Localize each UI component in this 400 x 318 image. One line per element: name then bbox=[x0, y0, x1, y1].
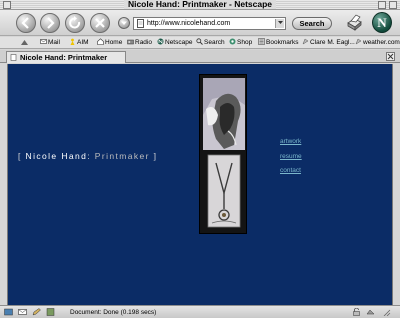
personal-toolbar: Mail AIM Home Radio Netscape Search Shop… bbox=[0, 37, 400, 49]
back-button[interactable] bbox=[16, 13, 36, 33]
bookmark-link-icon bbox=[302, 38, 309, 45]
web-page-content[interactable]: [ Nicole Hand: Printmaker ] artwork resu… bbox=[7, 64, 393, 305]
page-icon bbox=[137, 19, 144, 28]
back-arrow-icon bbox=[21, 17, 29, 29]
status-bar: Document: Done (0.198 secs) bbox=[0, 305, 400, 318]
online-status-icon[interactable] bbox=[366, 308, 375, 316]
site-navigation: artwork resume contact bbox=[280, 135, 302, 179]
forward-arrow-icon bbox=[47, 17, 55, 29]
mail-icon bbox=[40, 39, 47, 44]
radio-icon bbox=[127, 39, 134, 45]
stop-x-icon bbox=[95, 18, 105, 28]
close-icon bbox=[387, 53, 394, 60]
window-title: Nicole Hand: Printmaker - Netscape bbox=[123, 0, 277, 9]
window-titlebar[interactable]: Nicole Hand: Printmaker - Netscape bbox=[0, 0, 400, 10]
toolbar-item-search[interactable]: Search bbox=[196, 38, 225, 47]
url-dropdown-button[interactable] bbox=[275, 19, 284, 28]
aim-icon bbox=[70, 38, 75, 45]
tab-label: Nicole Hand: Printmaker bbox=[20, 53, 108, 62]
reload-button[interactable] bbox=[65, 13, 85, 33]
toolbar-item-radio[interactable]: Radio bbox=[127, 38, 152, 47]
print-icon[interactable] bbox=[344, 13, 364, 33]
resume-link[interactable]: resume bbox=[280, 150, 302, 165]
composer-icon[interactable] bbox=[32, 308, 41, 316]
stop-button[interactable] bbox=[90, 13, 110, 33]
contact-link[interactable]: contact bbox=[280, 164, 302, 179]
toolbar-item-clare[interactable]: Clare M. Eagl... bbox=[302, 38, 355, 47]
bookmark-link-icon bbox=[355, 38, 362, 45]
toolbar-grip-icon[interactable] bbox=[20, 39, 29, 46]
tab-nicole-hand[interactable]: Nicole Hand: Printmaker bbox=[6, 51, 126, 63]
bookmarks-icon bbox=[258, 38, 265, 45]
mail-icon[interactable] bbox=[18, 308, 27, 316]
shop-icon bbox=[229, 38, 236, 45]
resize-grip-icon[interactable] bbox=[382, 308, 391, 316]
navigator-icon[interactable] bbox=[4, 308, 13, 316]
reload-icon bbox=[69, 16, 81, 29]
netscape-logo[interactable]: N bbox=[372, 12, 392, 33]
search-button[interactable]: Search bbox=[292, 17, 332, 30]
printmaking-artwork bbox=[200, 75, 246, 233]
zoom-window-button[interactable] bbox=[378, 1, 386, 9]
toolbar-item-mail[interactable]: Mail bbox=[40, 38, 60, 47]
tab-strip: Nicole Hand: Printmaker bbox=[0, 50, 400, 63]
artwork-link[interactable]: artwork bbox=[280, 135, 302, 150]
status-text: Document: Done (0.198 secs) bbox=[70, 309, 157, 316]
url-text: http://www.nicolehand.com bbox=[147, 20, 231, 27]
page-icon bbox=[10, 54, 17, 61]
netscape-logo-letter: N bbox=[377, 15, 387, 30]
search-button-label: Search bbox=[299, 19, 325, 28]
toolbar-item-bookmarks[interactable]: Bookmarks bbox=[258, 38, 299, 47]
search-icon bbox=[196, 38, 203, 45]
address-book-icon[interactable] bbox=[46, 308, 55, 316]
forward-button[interactable] bbox=[40, 13, 60, 33]
toolbar-item-weather[interactable]: weather.com bbox=[355, 38, 400, 47]
address-bar[interactable]: http://www.nicolehand.com bbox=[133, 17, 286, 30]
history-dropdown-button[interactable] bbox=[118, 17, 130, 29]
navigation-toolbar: http://www.nicolehand.com Search N bbox=[0, 10, 400, 36]
chevron-down-icon bbox=[121, 21, 127, 25]
chevron-down-icon bbox=[277, 21, 283, 24]
artwork-image bbox=[199, 74, 247, 234]
toolbar-item-home[interactable]: Home bbox=[97, 38, 122, 47]
close-tab-button[interactable] bbox=[386, 52, 395, 61]
site-title: [ Nicole Hand: Printmaker ] bbox=[18, 151, 158, 161]
toolbar-item-netscape[interactable]: Netscape bbox=[157, 38, 192, 47]
security-lock-icon[interactable] bbox=[352, 308, 361, 316]
toolbar-item-aim[interactable]: AIM bbox=[69, 38, 89, 47]
home-icon bbox=[97, 38, 104, 45]
toolbar-item-shop[interactable]: Shop bbox=[229, 38, 252, 47]
collapse-window-button[interactable] bbox=[389, 1, 397, 9]
netscape-n-icon bbox=[157, 38, 164, 45]
